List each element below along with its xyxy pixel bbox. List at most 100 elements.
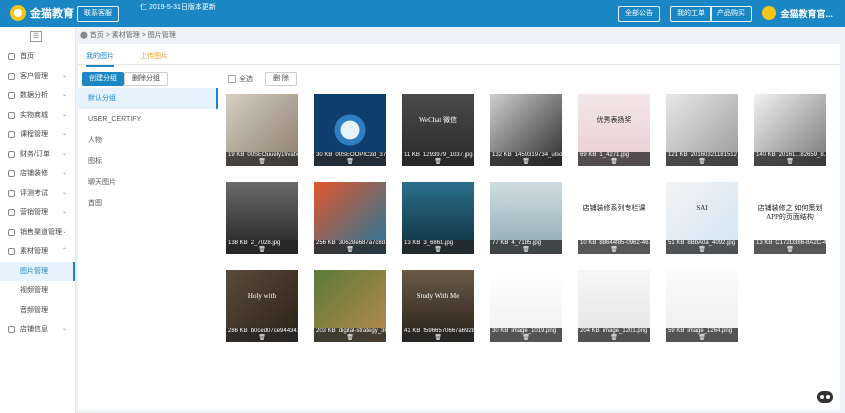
collapse-menu-icon[interactable]: ☰ (30, 31, 42, 42)
sidebar-item[interactable]: 视频管理 (0, 281, 75, 301)
chevron-icon: ⌄ (61, 209, 67, 215)
image-thumbnail[interactable]: 店铺装修之 如何策划APP的页面结构 13 KBC172D386-8A2C-46.… (754, 182, 826, 254)
trash-icon[interactable]: 🗑 (668, 159, 736, 166)
thumbnail-art-text: 店铺装修系列专栏课 (582, 204, 646, 212)
image-thumbnail[interactable]: Study With Me 41 KBf5966570667a69280...🗑 (402, 270, 474, 342)
trash-icon[interactable]: 🗑 (580, 247, 648, 254)
all-announcements-button[interactable]: 全部公告 (618, 6, 660, 22)
sidebar-item[interactable]: 财务/订单 ⌄ (0, 145, 75, 165)
file-name: image_1264.png (687, 328, 733, 334)
image-thumbnail[interactable]: 30 KB00SEOOPIC3d_375...🗑 (314, 94, 386, 166)
trash-icon[interactable]: 🗑 (756, 159, 824, 166)
my-tickets-button[interactable]: 我的工单 (670, 6, 712, 22)
sidebar-item[interactable]: 销售渠道管理 ⌄ (0, 223, 75, 243)
image-thumbnail[interactable]: 256 KB30628e687a7c8d7...🗑 (314, 182, 386, 254)
image-thumbnail[interactable]: 30 KB image_1019.png 🗑 (490, 270, 562, 342)
tab-upload-images[interactable]: 上传图片 (140, 51, 168, 61)
image-thumbnail[interactable]: WeChat 微信 11 KB 1293979_1037.jpg 🗑 (402, 94, 474, 166)
trash-icon[interactable]: 🗑 (316, 335, 384, 342)
trash-icon[interactable]: 🗑 (228, 159, 296, 166)
trash-icon[interactable]: 🗑 (492, 159, 560, 166)
thumbnail-art-text: 优秀表扬奖 (596, 116, 632, 124)
trash-icon[interactable]: 🗑 (228, 335, 296, 342)
trash-icon[interactable]: 🗑 (756, 247, 824, 254)
trash-icon[interactable]: 🗑 (580, 335, 648, 342)
file-size: 41 KB (404, 328, 421, 334)
thumbnail-caption: 77 KB 4_7185.jpg 🗑 (490, 240, 562, 254)
sidebar-item-label: 销售渠道管理 (20, 228, 62, 236)
trash-icon[interactable]: 🗑 (404, 159, 472, 166)
delete-button[interactable]: 删 除 (265, 72, 297, 86)
sidebar-item[interactable]: 营销管理 ⌄ (0, 203, 75, 223)
file-name: 20160321181512_5... (690, 152, 738, 158)
sidebar-item[interactable]: 素材管理 ⌃ (0, 242, 75, 262)
select-all-checkbox[interactable] (228, 75, 236, 83)
trash-icon[interactable]: 🗑 (316, 247, 384, 254)
group-item[interactable]: USER_CERTIFY (78, 109, 218, 130)
image-thumbnail[interactable]: SAI 51 KB 8BbA0a_4092.jpg 🗑 (666, 182, 738, 254)
image-thumbnail[interactable]: 140 KB 20161...82659_8... 🗑 (754, 94, 826, 166)
sidebar-item[interactable]: 数据分析 ⌄ (0, 86, 75, 106)
sidebar-item[interactable]: 店铺装修 ⌄ (0, 164, 75, 184)
image-thumbnail[interactable]: 203 KBdigital-strategy_36...🗑 (314, 270, 386, 342)
trash-icon[interactable]: 🗑 (404, 335, 472, 342)
trash-icon[interactable]: 🗑 (580, 159, 648, 166)
file-size: 140 KB (756, 152, 776, 158)
thumbnail-caption: 10 KB 88644f85-0962-46... 🗑 (578, 240, 650, 254)
breadcrumb-home[interactable]: 首页 (90, 32, 104, 39)
trash-icon[interactable]: 🗑 (404, 247, 472, 254)
sidebar-item[interactable]: 评测考试 ⌄ (0, 184, 75, 204)
sidebar-item[interactable]: 课程管理 ⌄ (0, 125, 75, 145)
image-thumbnail[interactable]: 59 KB image_1264.png 🗑 (666, 270, 738, 342)
sidebar-item-label: 评测考试 (20, 189, 48, 197)
image-thumbnail[interactable]: 77 KB 4_7185.jpg 🗑 (490, 182, 562, 254)
sidebar-item-label: 图片管理 (20, 267, 48, 275)
file-size: 51 KB (668, 240, 685, 246)
sidebar-item[interactable]: 客户管理 ⌄ (0, 67, 75, 87)
delete-group-button[interactable]: 删除分组 (124, 72, 168, 86)
image-thumbnail[interactable]: 优秀表扬奖 69 KB 1_4271.jpg 🗑 (578, 94, 650, 166)
image-thumbnail[interactable]: 204 KB image_1201.png 🗑 (578, 270, 650, 342)
sidebar-item-label: 实物商城 (20, 111, 48, 119)
file-name: 00SEOOPIC3d_375... (335, 152, 386, 158)
thumbnail-caption: 256 KB30628e687a7c8d7...🗑 (314, 240, 386, 254)
group-item[interactable]: 人物 (78, 130, 218, 151)
image-thumbnail[interactable]: 138 KB 2_7028.jpg 🗑 (226, 182, 298, 254)
trash-icon[interactable]: 🗑 (492, 247, 560, 254)
trash-icon[interactable]: 🗑 (492, 335, 560, 342)
image-thumbnail[interactable]: 19 KB00SEOuuely1fivafx2...🗑 (226, 94, 298, 166)
tab-my-images[interactable]: 我的图片 (86, 51, 114, 67)
main-panel: 我的图片 上传图片 创建分组 删除分组 全选 删 除 默认分组 USER_CERT… (78, 44, 840, 410)
file-size: 204 KB (580, 328, 600, 334)
sidebar-item[interactable]: 首页 (0, 47, 75, 67)
sidebar-item[interactable]: 实物商城 ⌄ (0, 106, 75, 126)
sidebar-item[interactable]: 图片管理 (0, 261, 75, 281)
sidebar-item[interactable]: 店铺信息 ⌄ (0, 320, 75, 340)
group-item[interactable]: 图标 (78, 151, 218, 172)
group-item[interactable]: 聊天图片 (78, 172, 218, 193)
thumbnail-art-text: Holy with (247, 292, 277, 300)
sidebar-item-label: 客户管理 (20, 72, 48, 80)
chevron-icon: ⌄ (61, 72, 67, 79)
sidebar-item-label: 素材管理 (20, 248, 48, 255)
org-account[interactable]: 金猫教育官... (762, 6, 833, 20)
contact-support-button[interactable]: 联系客服 (77, 6, 119, 22)
trash-icon[interactable]: 🗑 (668, 335, 736, 342)
group-item[interactable]: 默认分组 (78, 88, 218, 109)
create-group-button[interactable]: 创建分组 (82, 72, 124, 86)
robot-assistant-icon[interactable] (817, 391, 833, 403)
group-item[interactable]: 首图 (78, 193, 218, 214)
trash-icon[interactable]: 🗑 (668, 247, 736, 254)
version-notice[interactable]: 仁 2019-5-31日版本更新 (140, 3, 216, 12)
image-thumbnail[interactable]: Holy with 286 KBb0ced07ce9443419...🗑 (226, 270, 298, 342)
image-thumbnail[interactable]: 121 KB20160321181512_5...🗑 (666, 94, 738, 166)
image-thumbnail[interactable]: 店铺装修系列专栏课 10 KB 88644f85-0962-46... 🗑 (578, 182, 650, 254)
image-thumbnail[interactable]: 13 KB 3_6861.jpg 🗑 (402, 182, 474, 254)
brand-logo[interactable]: 金猫教育 (10, 5, 74, 21)
sidebar-item[interactable]: 音频管理 (0, 301, 75, 321)
trash-icon[interactable]: 🗑 (316, 159, 384, 166)
image-thumbnail[interactable]: 132 KB1459319734_ulsoo...🗑 (490, 94, 562, 166)
breadcrumb-material[interactable]: 素材管理 (112, 32, 140, 39)
trash-icon[interactable]: 🗑 (228, 247, 296, 254)
purchase-button[interactable]: 产品购买 (710, 6, 752, 22)
